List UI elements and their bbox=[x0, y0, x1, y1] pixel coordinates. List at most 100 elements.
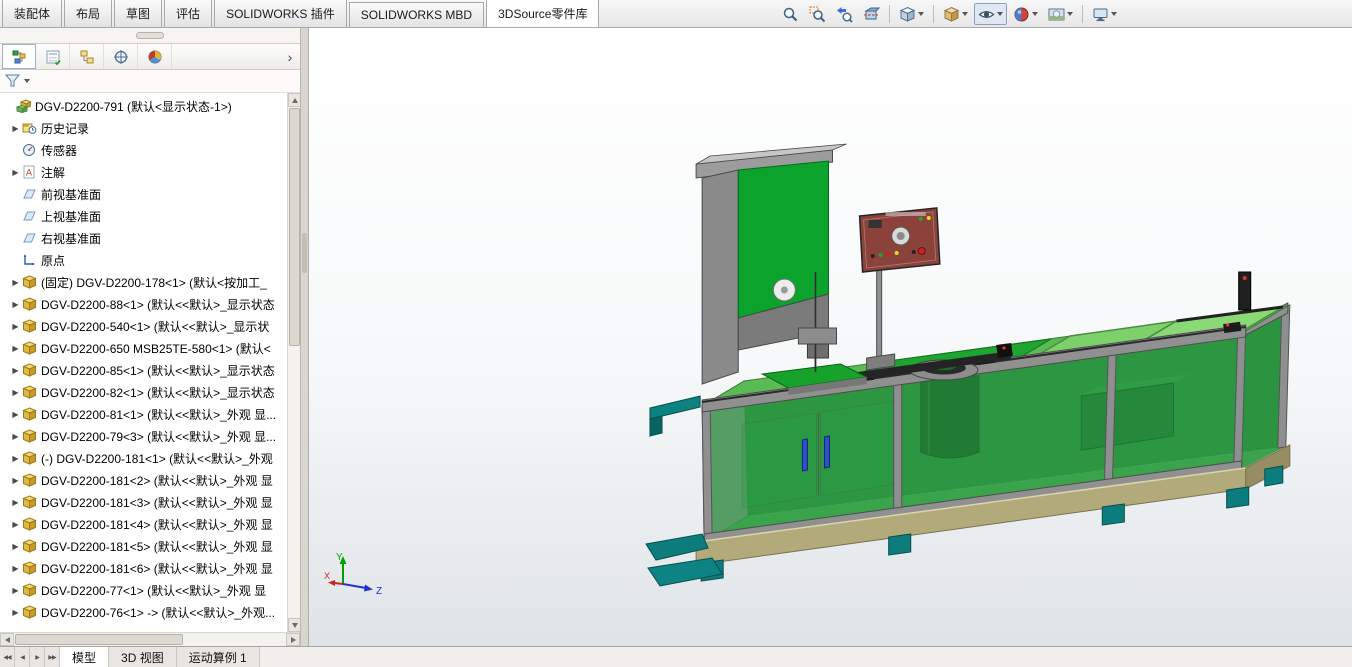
edit-appearance-button[interactable] bbox=[1009, 3, 1042, 25]
drag-handle[interactable] bbox=[136, 32, 164, 39]
ribbon-tab-mbd[interactable]: SOLIDWORKS MBD bbox=[349, 2, 484, 27]
tree-item[interactable]: DGV-D2200-77<1> (默认<<默认>_外观 显 bbox=[0, 579, 287, 601]
tree-item[interactable]: DGV-D2200-181<6> (默认<<默认>_外观 显 bbox=[0, 557, 287, 579]
tree-item[interactable]: DGV-D2200-88<1> (默认<<默认>_显示状态 bbox=[0, 293, 287, 315]
expand-arrow-icon[interactable] bbox=[9, 278, 22, 287]
scrollbar-thumb[interactable] bbox=[15, 634, 183, 645]
ribbon-tab-layout[interactable]: 布局 bbox=[64, 0, 112, 27]
tree-item[interactable]: DGV-D2200-81<1> (默认<<默认>_外观 显... bbox=[0, 403, 287, 425]
tab-scroll-prev-button[interactable] bbox=[15, 647, 30, 667]
bottom-tab-motion-study[interactable]: 运动算例 1 bbox=[177, 647, 260, 667]
tree-item[interactable]: DGV-D2200-181<3> (默认<<默认>_外观 显 bbox=[0, 491, 287, 513]
tree-vertical-scrollbar[interactable] bbox=[287, 93, 300, 632]
ribbon-tab-evaluate[interactable]: 评估 bbox=[164, 0, 212, 27]
tab-propertymanager[interactable] bbox=[36, 44, 70, 69]
expand-arrow-icon[interactable] bbox=[9, 124, 22, 133]
expand-arrow-icon[interactable] bbox=[9, 520, 22, 529]
panel-drag-strip[interactable] bbox=[0, 28, 300, 43]
expand-arrow-icon[interactable] bbox=[9, 322, 22, 331]
tree-horizontal-scrollbar[interactable] bbox=[0, 632, 300, 646]
tree-item[interactable]: DGV-D2200-181<2> (默认<<默认>_外观 显 bbox=[0, 469, 287, 491]
featuremanager-panel: DGV-D2200-791 (默认<显示状态-1>) 历史记录 传感器 A 注解 bbox=[0, 28, 301, 646]
graphics-viewport[interactable]: Y Z X bbox=[309, 28, 1352, 646]
expand-arrow-icon[interactable] bbox=[9, 608, 22, 617]
scroll-up-button[interactable] bbox=[288, 93, 300, 107]
tab-featuremanager[interactable] bbox=[2, 44, 36, 69]
scroll-right-button[interactable] bbox=[286, 633, 300, 646]
tree-item[interactable]: 历史记录 bbox=[0, 117, 287, 139]
expand-arrow-icon[interactable] bbox=[9, 366, 22, 375]
tab-dimxpertmanager[interactable] bbox=[104, 44, 138, 69]
scroll-left-button[interactable] bbox=[0, 633, 14, 646]
tab-configurationmanager[interactable] bbox=[70, 44, 104, 69]
part-icon bbox=[22, 495, 37, 509]
expand-arrow-icon[interactable] bbox=[9, 300, 22, 309]
expand-arrow-icon[interactable] bbox=[9, 542, 22, 551]
view-orientation-button[interactable] bbox=[895, 3, 928, 25]
panel-splitter[interactable] bbox=[301, 28, 309, 646]
expand-arrow-icon[interactable] bbox=[9, 454, 22, 463]
tree-item[interactable]: 原点 bbox=[0, 249, 287, 271]
panel-flyout-arrow[interactable] bbox=[284, 47, 296, 67]
view-settings-button[interactable] bbox=[1088, 3, 1121, 25]
tree-item[interactable]: 右视基准面 bbox=[0, 227, 287, 249]
tree-item[interactable]: A 注解 bbox=[0, 161, 287, 183]
tree-item[interactable]: DGV-D2200-181<4> (默认<<默认>_外观 显 bbox=[0, 513, 287, 535]
tree-item[interactable]: DGV-D2200-79<3> (默认<<默认>_外观 显... bbox=[0, 425, 287, 447]
section-view-button[interactable] bbox=[859, 3, 884, 25]
tree-item[interactable]: DGV-D2200-82<1> (默认<<默认>_显示状态 bbox=[0, 381, 287, 403]
tab-displaymanager[interactable] bbox=[138, 44, 172, 69]
status-bar: 模型 3D 视图 运动算例 1 bbox=[0, 646, 1352, 667]
bottom-tab-3d-views[interactable]: 3D 视图 bbox=[109, 647, 177, 667]
tab-scroll-next-button[interactable] bbox=[30, 647, 45, 667]
previous-view-button[interactable] bbox=[832, 3, 857, 25]
tree-item[interactable]: DGV-D2200-181<5> (默认<<默认>_外观 显 bbox=[0, 535, 287, 557]
expand-arrow-icon[interactable] bbox=[9, 432, 22, 441]
expand-arrow-icon[interactable] bbox=[9, 564, 22, 573]
tab-scroll-first-button[interactable] bbox=[0, 647, 15, 667]
part-icon bbox=[22, 297, 37, 311]
tree-item[interactable]: (固定) DGV-D2200-178<1> (默认<按加工_ bbox=[0, 271, 287, 293]
zoom-to-fit-button[interactable] bbox=[778, 3, 803, 25]
bottom-tab-model[interactable]: 模型 bbox=[60, 647, 109, 667]
tree-item[interactable]: DGV-D2200-650 MSB25TE-580<1> (默认< bbox=[0, 337, 287, 359]
expand-arrow-icon[interactable] bbox=[9, 498, 22, 507]
tab-scroll-last-button[interactable] bbox=[45, 647, 60, 667]
left-arrow-icon bbox=[5, 637, 10, 643]
splitter-grip[interactable] bbox=[302, 233, 307, 273]
expand-arrow-icon[interactable] bbox=[9, 388, 22, 397]
display-style-button[interactable] bbox=[939, 3, 972, 25]
expand-arrow-icon[interactable] bbox=[9, 476, 22, 485]
tree-filter-row bbox=[0, 70, 300, 93]
filter-funnel-icon[interactable] bbox=[5, 74, 20, 88]
tree-item[interactable]: (-) DGV-D2200-181<1> (默认<<默认>_外观 bbox=[0, 447, 287, 469]
expand-arrow-icon[interactable] bbox=[9, 168, 22, 177]
ribbon-tab-3dsource[interactable]: 3DSource零件库 bbox=[486, 0, 599, 27]
machine-3d-model[interactable] bbox=[309, 28, 1352, 646]
scrollbar-thumb[interactable] bbox=[289, 108, 300, 346]
scroll-down-button[interactable] bbox=[288, 618, 300, 632]
orientation-triad: Y Z X bbox=[323, 550, 387, 602]
assembly-icon bbox=[16, 99, 31, 113]
zoom-to-area-button[interactable] bbox=[805, 3, 830, 25]
ribbon-tab-assembly[interactable]: 装配体 bbox=[2, 0, 62, 27]
ribbon-tab-addins[interactable]: SOLIDWORKS 插件 bbox=[214, 0, 347, 27]
svg-text:A: A bbox=[26, 169, 33, 179]
expand-arrow-icon[interactable] bbox=[9, 586, 22, 595]
tree-item-root[interactable]: DGV-D2200-791 (默认<显示状态-1>) bbox=[0, 95, 287, 117]
tree-item[interactable]: 传感器 bbox=[0, 139, 287, 161]
tree-item[interactable]: DGV-D2200-540<1> (默认<<默认>_显示状 bbox=[0, 315, 287, 337]
expand-arrow-icon[interactable] bbox=[9, 344, 22, 353]
tree-item[interactable]: 前视基准面 bbox=[0, 183, 287, 205]
hide-show-items-button[interactable] bbox=[974, 3, 1007, 25]
main-area: DGV-D2200-791 (默认<显示状态-1>) 历史记录 传感器 A 注解 bbox=[0, 28, 1352, 646]
tree-item[interactable]: DGV-D2200-85<1> (默认<<默认>_显示状态 bbox=[0, 359, 287, 381]
tree-item[interactable]: DGV-D2200-76<1> -> (默认<<默认>_外观... bbox=[0, 601, 287, 623]
apply-scene-button[interactable] bbox=[1044, 3, 1077, 25]
expand-arrow-icon[interactable] bbox=[9, 410, 22, 419]
ribbon-tab-sketch[interactable]: 草图 bbox=[114, 0, 162, 27]
tree-item-label: DGV-D2200-181<2> (默认<<默认>_外观 显 bbox=[41, 472, 273, 489]
dropdown-caret-icon[interactable] bbox=[24, 79, 30, 83]
tree-item-label: DGV-D2200-77<1> (默认<<默认>_外观 显 bbox=[41, 582, 266, 599]
tree-item[interactable]: 上视基准面 bbox=[0, 205, 287, 227]
